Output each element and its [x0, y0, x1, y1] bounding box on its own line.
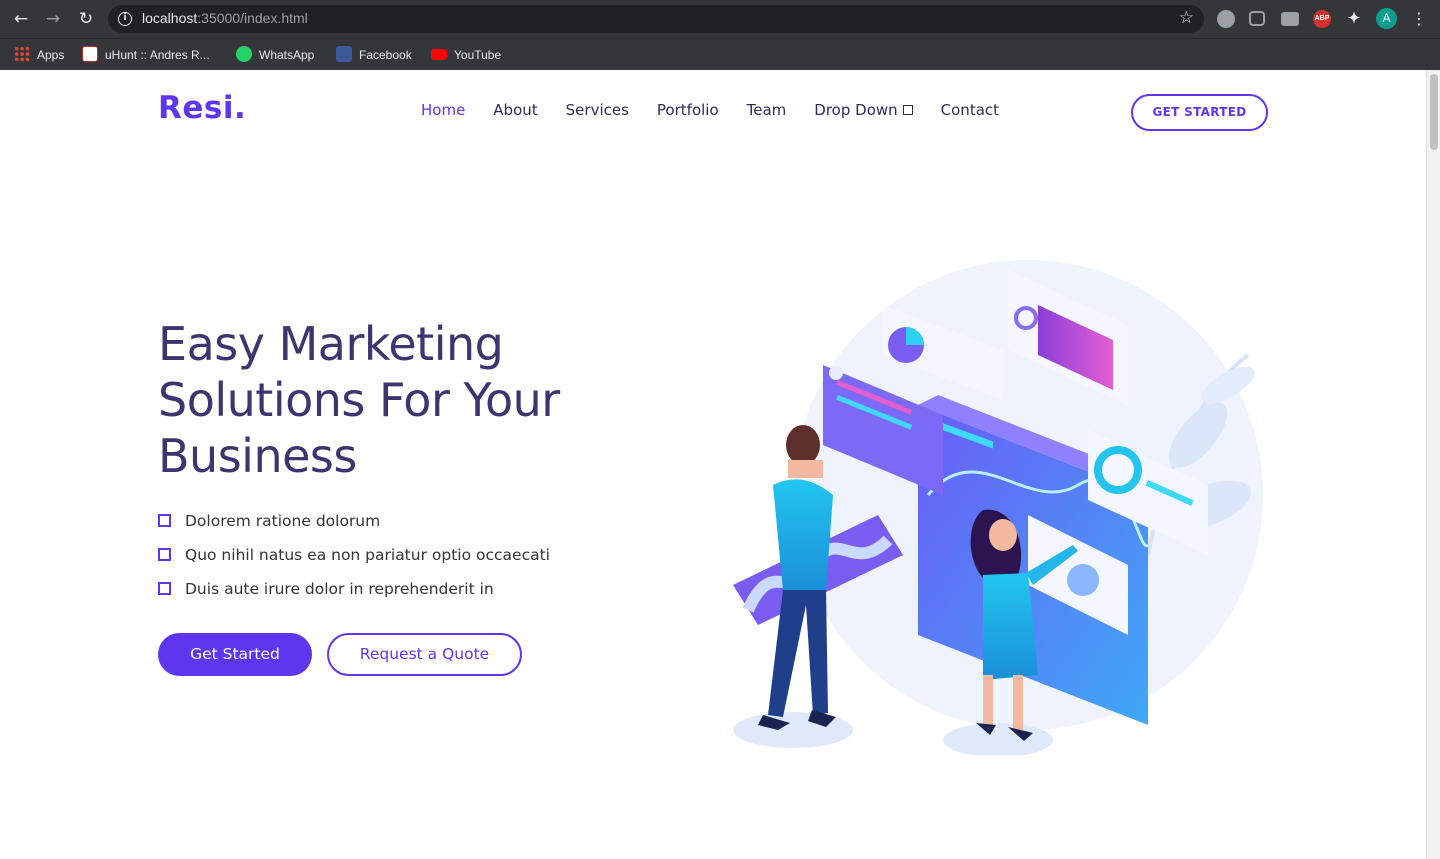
url-text[interactable]: localhost:35000/index.html	[142, 10, 308, 26]
address-bar[interactable]: i localhost:35000/index.html ☆	[108, 5, 1204, 33]
nav-portfolio[interactable]: Portfolio	[657, 101, 719, 123]
whatsapp-icon	[236, 46, 252, 62]
pocket-icon[interactable]	[1249, 11, 1265, 26]
nav-home[interactable]: Home	[421, 101, 465, 123]
facebook-icon	[336, 46, 352, 62]
camera-icon[interactable]	[1281, 12, 1299, 26]
browser-chrome: ← → ↻ i localhost:35000/index.html ☆ ABP…	[0, 0, 1440, 70]
scrollbar-thumb[interactable]	[1430, 74, 1438, 150]
feature-list: Dolorem ratione dolorum Quo nihil natus …	[158, 510, 550, 612]
nav-services[interactable]: Services	[566, 101, 629, 123]
site-logo[interactable]: Resi.	[158, 90, 246, 126]
nav-about[interactable]: About	[493, 101, 537, 123]
main-nav: Home About Services Portfolio Team Drop …	[421, 101, 1027, 123]
back-icon[interactable]: ←	[10, 8, 32, 30]
site-info-icon[interactable]: i	[118, 12, 132, 26]
nav-dropdown[interactable]: Drop Down	[814, 101, 913, 123]
bookmark-whatsapp[interactable]: WhatsApp	[236, 46, 314, 64]
hero-title-line: Solutions For Your	[158, 373, 560, 427]
kebab-menu-icon[interactable]: ⋮	[1408, 8, 1430, 30]
bookmark-youtube[interactable]: YouTube	[431, 46, 501, 64]
request-quote-button[interactable]: Request a Quote	[327, 633, 522, 676]
youtube-icon	[431, 49, 447, 60]
feature-item: Duis aute irure dolor in reprehenderit i…	[158, 578, 550, 612]
page-scrollbar[interactable]	[1426, 70, 1440, 859]
puzzle-icon[interactable]: ✦	[1345, 10, 1363, 28]
feature-item: Dolorem ratione dolorum	[158, 510, 550, 544]
forward-icon[interactable]: →	[42, 8, 64, 30]
hero-illustration	[733, 260, 1263, 755]
profile-avatar[interactable]: A	[1376, 8, 1397, 29]
get-started-button[interactable]: Get Started	[158, 633, 312, 676]
hero-title: Easy Marketing Solutions For Your Busine…	[158, 316, 658, 484]
nav-contact[interactable]: Contact	[941, 101, 999, 123]
feature-item: Quo nihil natus ea non pariatur optio oc…	[158, 544, 550, 578]
dropdown-box-icon	[902, 105, 913, 115]
checkbox-square-icon	[158, 548, 171, 561]
checkbox-square-icon	[158, 582, 171, 595]
checkbox-square-icon	[158, 514, 171, 527]
hero-title-line: Business	[158, 429, 357, 483]
bookmark-apps[interactable]: Apps	[14, 46, 64, 64]
page-viewport: Resi. Home About Services Portfolio Team…	[0, 70, 1426, 859]
bookmark-facebook[interactable]: Facebook	[336, 46, 412, 64]
reload-icon[interactable]: ↻	[75, 8, 97, 30]
browser-toolbar: ← → ↻ i localhost:35000/index.html ☆ ABP…	[0, 0, 1440, 38]
bookmark-star-icon[interactable]: ☆	[1179, 8, 1194, 28]
nav-dropdown-label: Drop Down	[814, 101, 898, 119]
hero-title-line: Easy Marketing	[158, 317, 504, 371]
discord-icon[interactable]	[1217, 10, 1235, 28]
apps-grid-icon	[14, 46, 30, 62]
get-started-header-button[interactable]: GET STARTED	[1131, 94, 1268, 131]
bookmark-uhunt[interactable]: uHunt :: Andres R...	[82, 46, 210, 64]
nav-team[interactable]: Team	[747, 101, 787, 123]
bookmarks-bar: Apps uHunt :: Andres R... WhatsApp Faceb…	[0, 38, 1440, 70]
abp-icon[interactable]: ABP	[1313, 10, 1331, 28]
uhunt-icon	[82, 46, 98, 62]
